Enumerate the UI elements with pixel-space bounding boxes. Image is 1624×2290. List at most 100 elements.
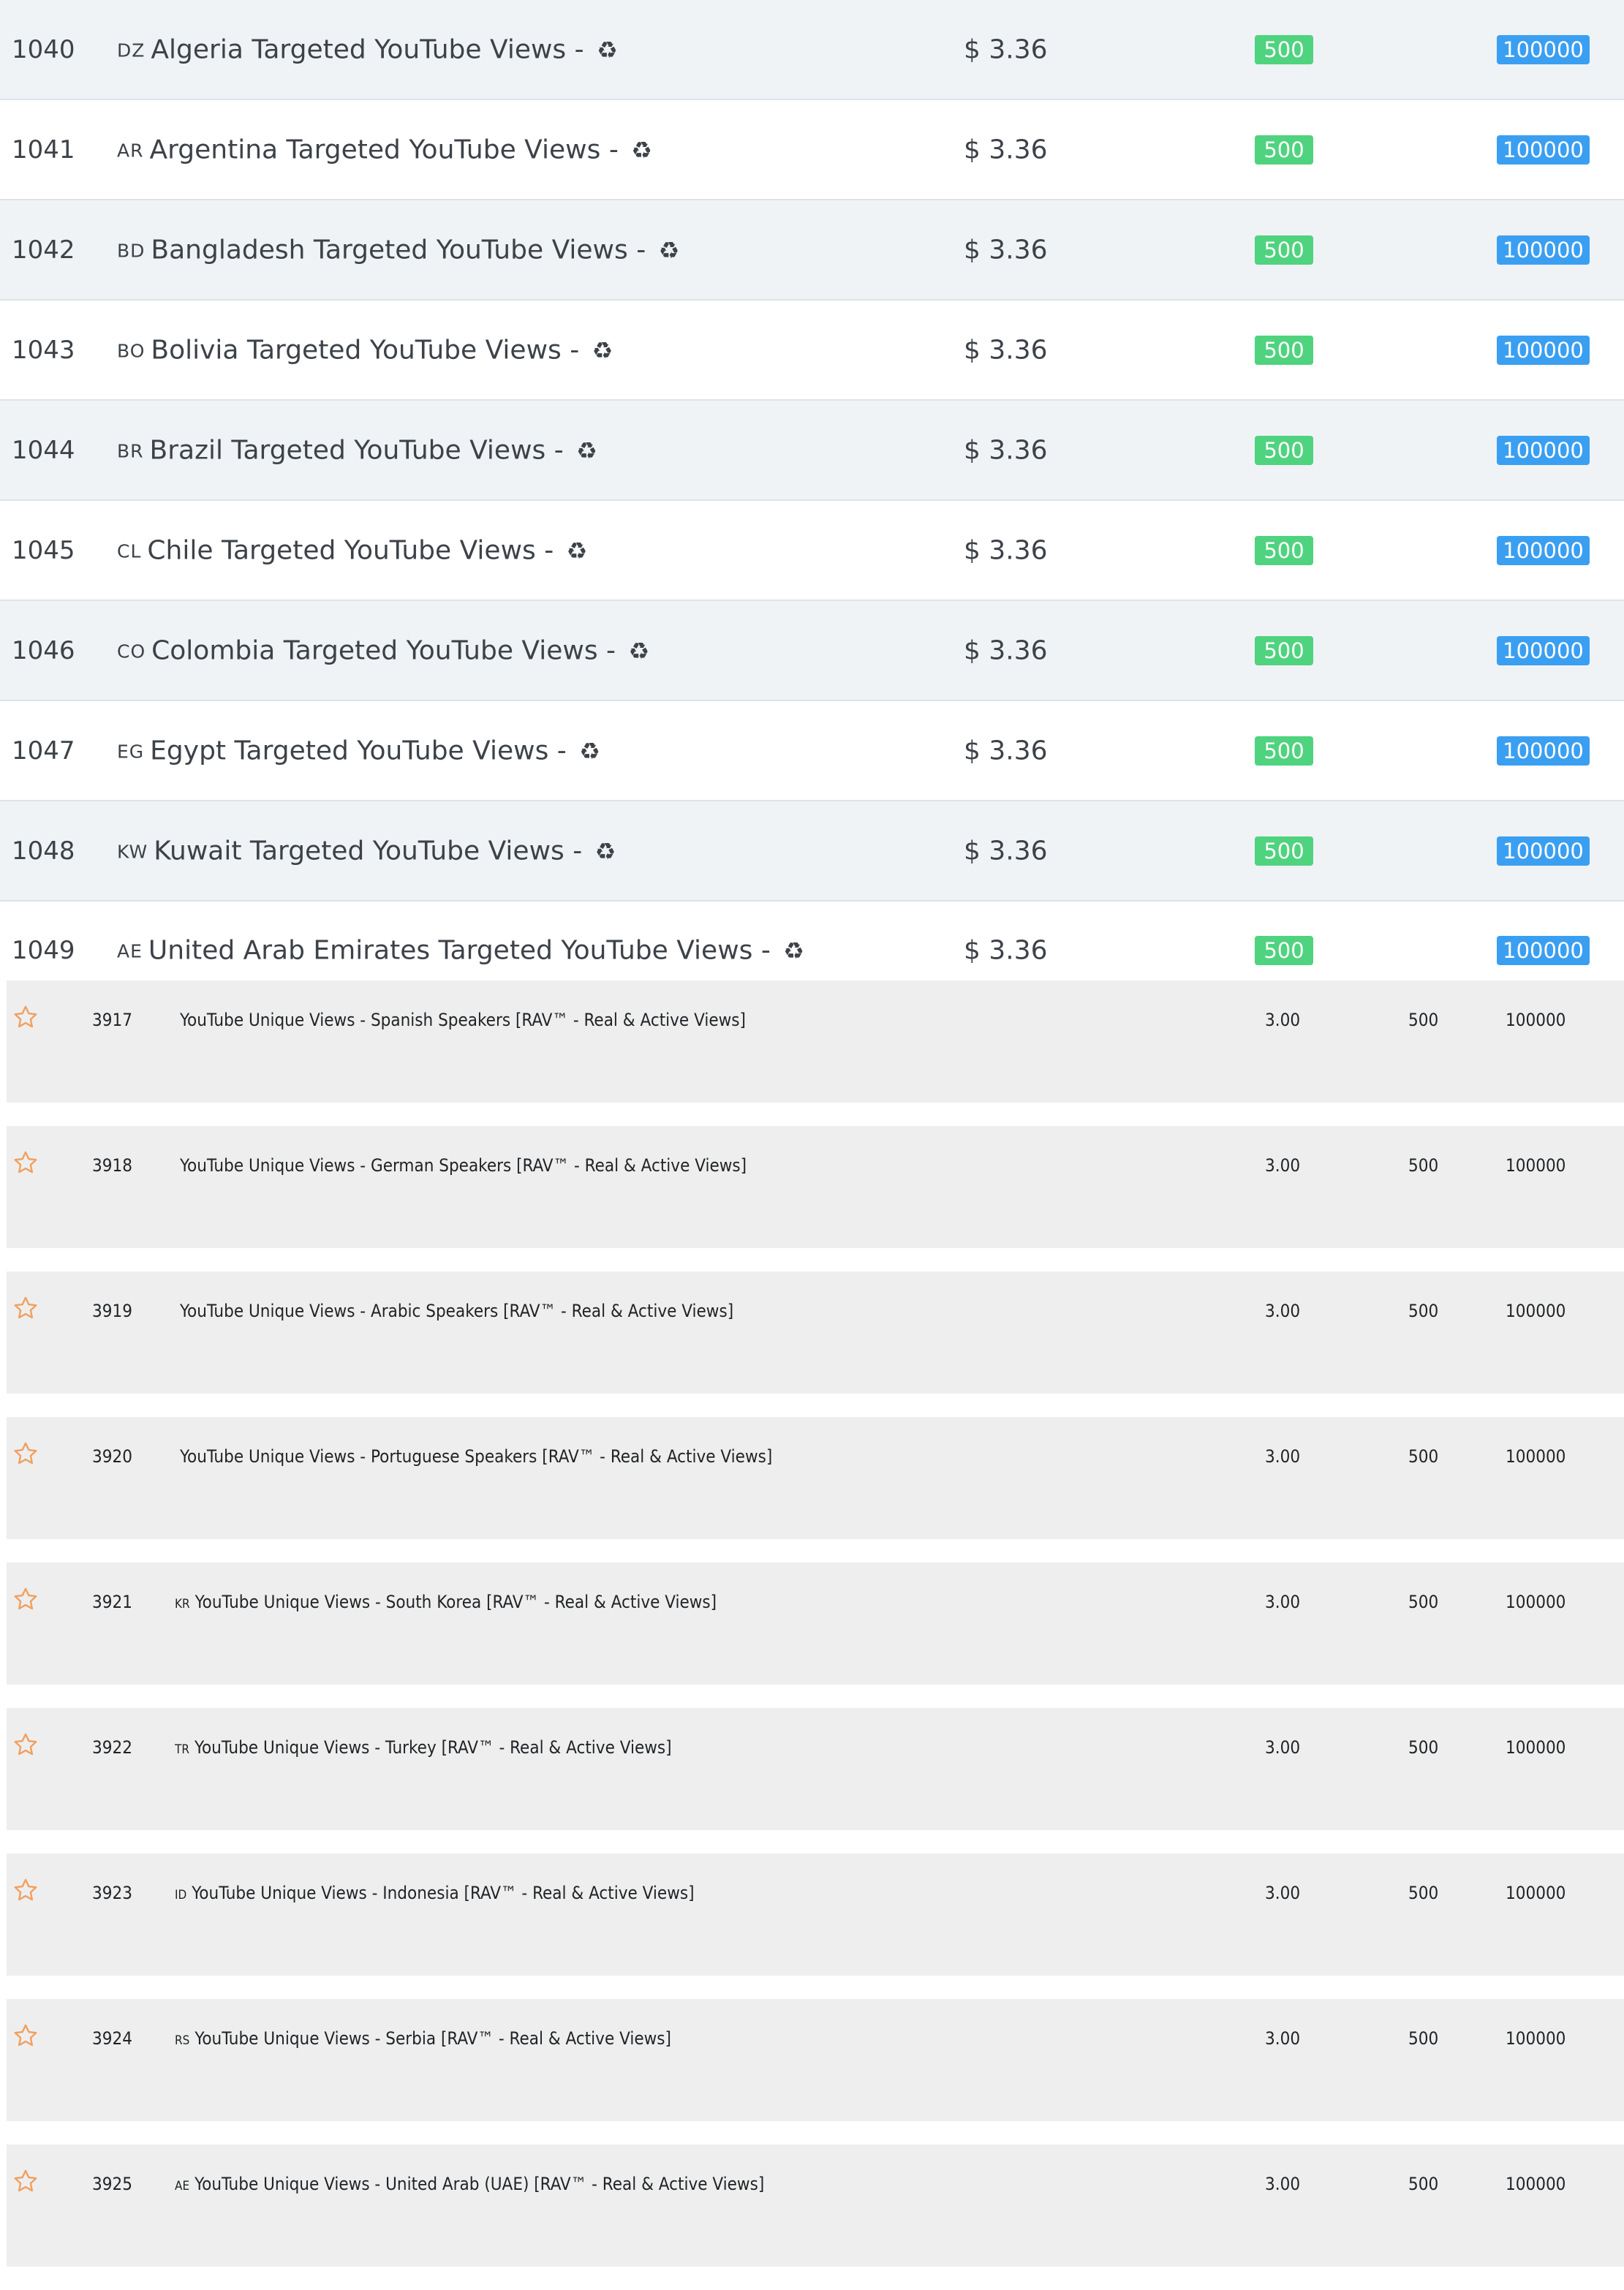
table-row[interactable]: 3922 TR YouTube Unique Views - Turkey [RA…	[7, 1708, 1624, 1853]
table-row[interactable]: 3917 YouTube Unique Views - Spanish Spea…	[7, 980, 1624, 1126]
table-row[interactable]: 3924 RS YouTube Unique Views - Serbia [RA…	[7, 1999, 1624, 2144]
table-row[interactable]: 1041 AR Argentina Targeted YouTube Views …	[0, 100, 1624, 200]
max-quantity: 100000	[1497, 34, 1590, 64]
service-name-cell[interactable]: AR Argentina Targeted YouTube Views - ♻	[117, 135, 652, 165]
star-outline-icon[interactable]	[12, 1440, 39, 1467]
row-background	[7, 1999, 1624, 2121]
table-row[interactable]: 3921 KR YouTube Unique Views - South Kore…	[7, 1562, 1624, 1708]
min-quantity: 500	[1255, 736, 1313, 766]
service-name: Egypt Targeted YouTube Views -	[150, 736, 567, 766]
min-quantity: 500	[1255, 135, 1313, 165]
service-id: 1049	[12, 936, 75, 965]
min-quantity: 500	[1408, 1737, 1439, 1758]
service-name: Brazil Targeted YouTube Views -	[149, 435, 564, 465]
recycle-icon: ♻	[597, 36, 618, 64]
min-badge: 500	[1255, 135, 1313, 165]
service-name: Algeria Targeted YouTube Views -	[151, 34, 584, 64]
country-code: KR	[175, 1597, 190, 1611]
max-quantity: 100000	[1506, 1155, 1566, 1176]
max-quantity: 100000	[1497, 235, 1590, 265]
max-badge: 100000	[1497, 34, 1590, 64]
service-name-cell[interactable]: YouTube Unique Views - Arabic Speakers […	[175, 1302, 733, 1320]
max-badge: 100000	[1497, 435, 1590, 465]
recycle-icon: ♻	[579, 737, 600, 765]
service-name-cell[interactable]: TR YouTube Unique Views - Turkey [RAV™ - …	[175, 1739, 672, 1756]
services-table-targeted: 1040 DZ Algeria Targeted YouTube Views - …	[0, 0, 1624, 999]
service-price: $ 3.36	[964, 335, 1048, 365]
service-id: 1042	[12, 235, 75, 265]
star-outline-icon[interactable]	[12, 1004, 39, 1030]
row-background	[7, 980, 1624, 1103]
star-outline-icon[interactable]	[12, 1295, 39, 1321]
service-name-cell[interactable]: YouTube Unique Views - Spanish Speakers …	[175, 1011, 746, 1029]
table-row[interactable]: 1043 BO Bolivia Targeted YouTube Views - …	[0, 301, 1624, 401]
star-outline-icon[interactable]	[12, 2168, 39, 2194]
min-quantity: 500	[1408, 1155, 1439, 1176]
max-quantity: 100000	[1497, 435, 1590, 465]
service-id: 1043	[12, 335, 75, 365]
service-name-cell[interactable]: EG Egypt Targeted YouTube Views - ♻	[117, 736, 600, 766]
max-badge: 100000	[1497, 535, 1590, 565]
country-code: BO	[117, 340, 146, 361]
star-outline-icon[interactable]	[12, 2022, 39, 2049]
table-row[interactable]: 1046 CO Colombia Targeted YouTube Views -…	[0, 601, 1624, 701]
country-code: BD	[117, 240, 146, 261]
table-row[interactable]: 1045 CL Chile Targeted YouTube Views - ♻ …	[0, 501, 1624, 601]
row-background	[7, 1708, 1624, 1830]
service-name-cell[interactable]: YouTube Unique Views - German Speakers […	[175, 1157, 747, 1174]
table-row[interactable]: 3918 YouTube Unique Views - German Speak…	[7, 1126, 1624, 1271]
service-name-cell[interactable]: BR Brazil Targeted YouTube Views - ♻	[117, 435, 597, 465]
service-name-cell[interactable]: YouTube Unique Views - Portuguese Speake…	[175, 1448, 772, 1465]
star-outline-icon[interactable]	[12, 1731, 39, 1758]
table-row[interactable]: 3920 YouTube Unique Views - Portuguese S…	[7, 1417, 1624, 1562]
service-name-cell[interactable]: AE United Arab Emirates Targeted YouTube …	[117, 936, 804, 966]
table-row[interactable]: 3919 YouTube Unique Views - Arabic Speak…	[7, 1271, 1624, 1417]
table-row[interactable]: 1044 BR Brazil Targeted YouTube Views - ♻…	[0, 401, 1624, 501]
table-row[interactable]: 3925 AE YouTube Unique Views - United Ara…	[7, 2144, 1624, 2290]
service-price: $ 3.36	[964, 235, 1048, 265]
service-name: YouTube Unique Views - Turkey [RAV™ - Re…	[194, 1737, 672, 1758]
min-quantity: 500	[1408, 1010, 1439, 1030]
service-price: $ 3.36	[964, 535, 1048, 565]
service-name-cell[interactable]: BO Bolivia Targeted YouTube Views - ♻	[117, 335, 613, 365]
max-quantity: 100000	[1497, 736, 1590, 766]
service-name-cell[interactable]: RS YouTube Unique Views - Serbia [RAV™ - …	[175, 2030, 671, 2047]
service-name-cell[interactable]: CL Chile Targeted YouTube Views - ♻	[117, 535, 587, 565]
min-quantity: 500	[1255, 335, 1313, 365]
star-outline-icon[interactable]	[12, 1586, 39, 1612]
min-quantity: 500	[1255, 836, 1313, 866]
star-outline-icon[interactable]	[12, 1149, 39, 1176]
table-row[interactable]: 1040 DZ Algeria Targeted YouTube Views - …	[0, 0, 1624, 100]
service-id: 3925	[92, 2174, 132, 2194]
service-name-cell[interactable]: AE YouTube Unique Views - United Arab (UA…	[175, 2175, 764, 2193]
max-quantity: 100000	[1497, 635, 1590, 665]
service-name-cell[interactable]: BD Bangladesh Targeted YouTube Views - ♻	[117, 235, 679, 265]
max-quantity: 100000	[1497, 535, 1590, 565]
service-name-cell[interactable]: CO Colombia Targeted YouTube Views - ♻	[117, 635, 649, 665]
recycle-icon: ♻	[576, 437, 597, 464]
service-rate: 3.00	[1265, 1883, 1301, 1903]
min-quantity: 500	[1408, 1446, 1439, 1467]
service-name-cell[interactable]: KW Kuwait Targeted YouTube Views - ♻	[117, 836, 616, 866]
service-name-cell[interactable]: KR YouTube Unique Views - South Korea [RA…	[175, 1593, 717, 1611]
service-name: YouTube Unique Views - Indonesia [RAV™ -…	[192, 1883, 695, 1903]
star-outline-icon[interactable]	[12, 1877, 39, 1903]
row-background	[7, 1271, 1624, 1394]
service-name-cell[interactable]: ID YouTube Unique Views - Indonesia [RAV™…	[175, 1884, 695, 1902]
table-row[interactable]: 1048 KW Kuwait Targeted YouTube Views - ♻…	[0, 801, 1624, 902]
country-code: KW	[117, 841, 148, 862]
table-row[interactable]: 3923 ID YouTube Unique Views - Indonesia …	[7, 1853, 1624, 1999]
service-name: YouTube Unique Views - United Arab (UAE)…	[194, 2174, 765, 2194]
service-id: 3924	[92, 2028, 132, 2049]
max-badge: 100000	[1497, 235, 1590, 265]
max-badge: 100000	[1497, 635, 1590, 665]
service-name-cell[interactable]: DZ Algeria Targeted YouTube Views - ♻	[117, 34, 618, 64]
table-row[interactable]: 1042 BD Bangladesh Targeted YouTube Views…	[0, 200, 1624, 301]
country-code: TR	[175, 1742, 189, 1757]
max-quantity: 100000	[1497, 335, 1590, 365]
country-code: CO	[117, 640, 146, 662]
service-id: 3923	[92, 1883, 132, 1903]
service-id: 1041	[12, 135, 75, 165]
service-name: Colombia Targeted YouTube Views -	[151, 635, 616, 665]
table-row[interactable]: 1047 EG Egypt Targeted YouTube Views - ♻ …	[0, 701, 1624, 801]
